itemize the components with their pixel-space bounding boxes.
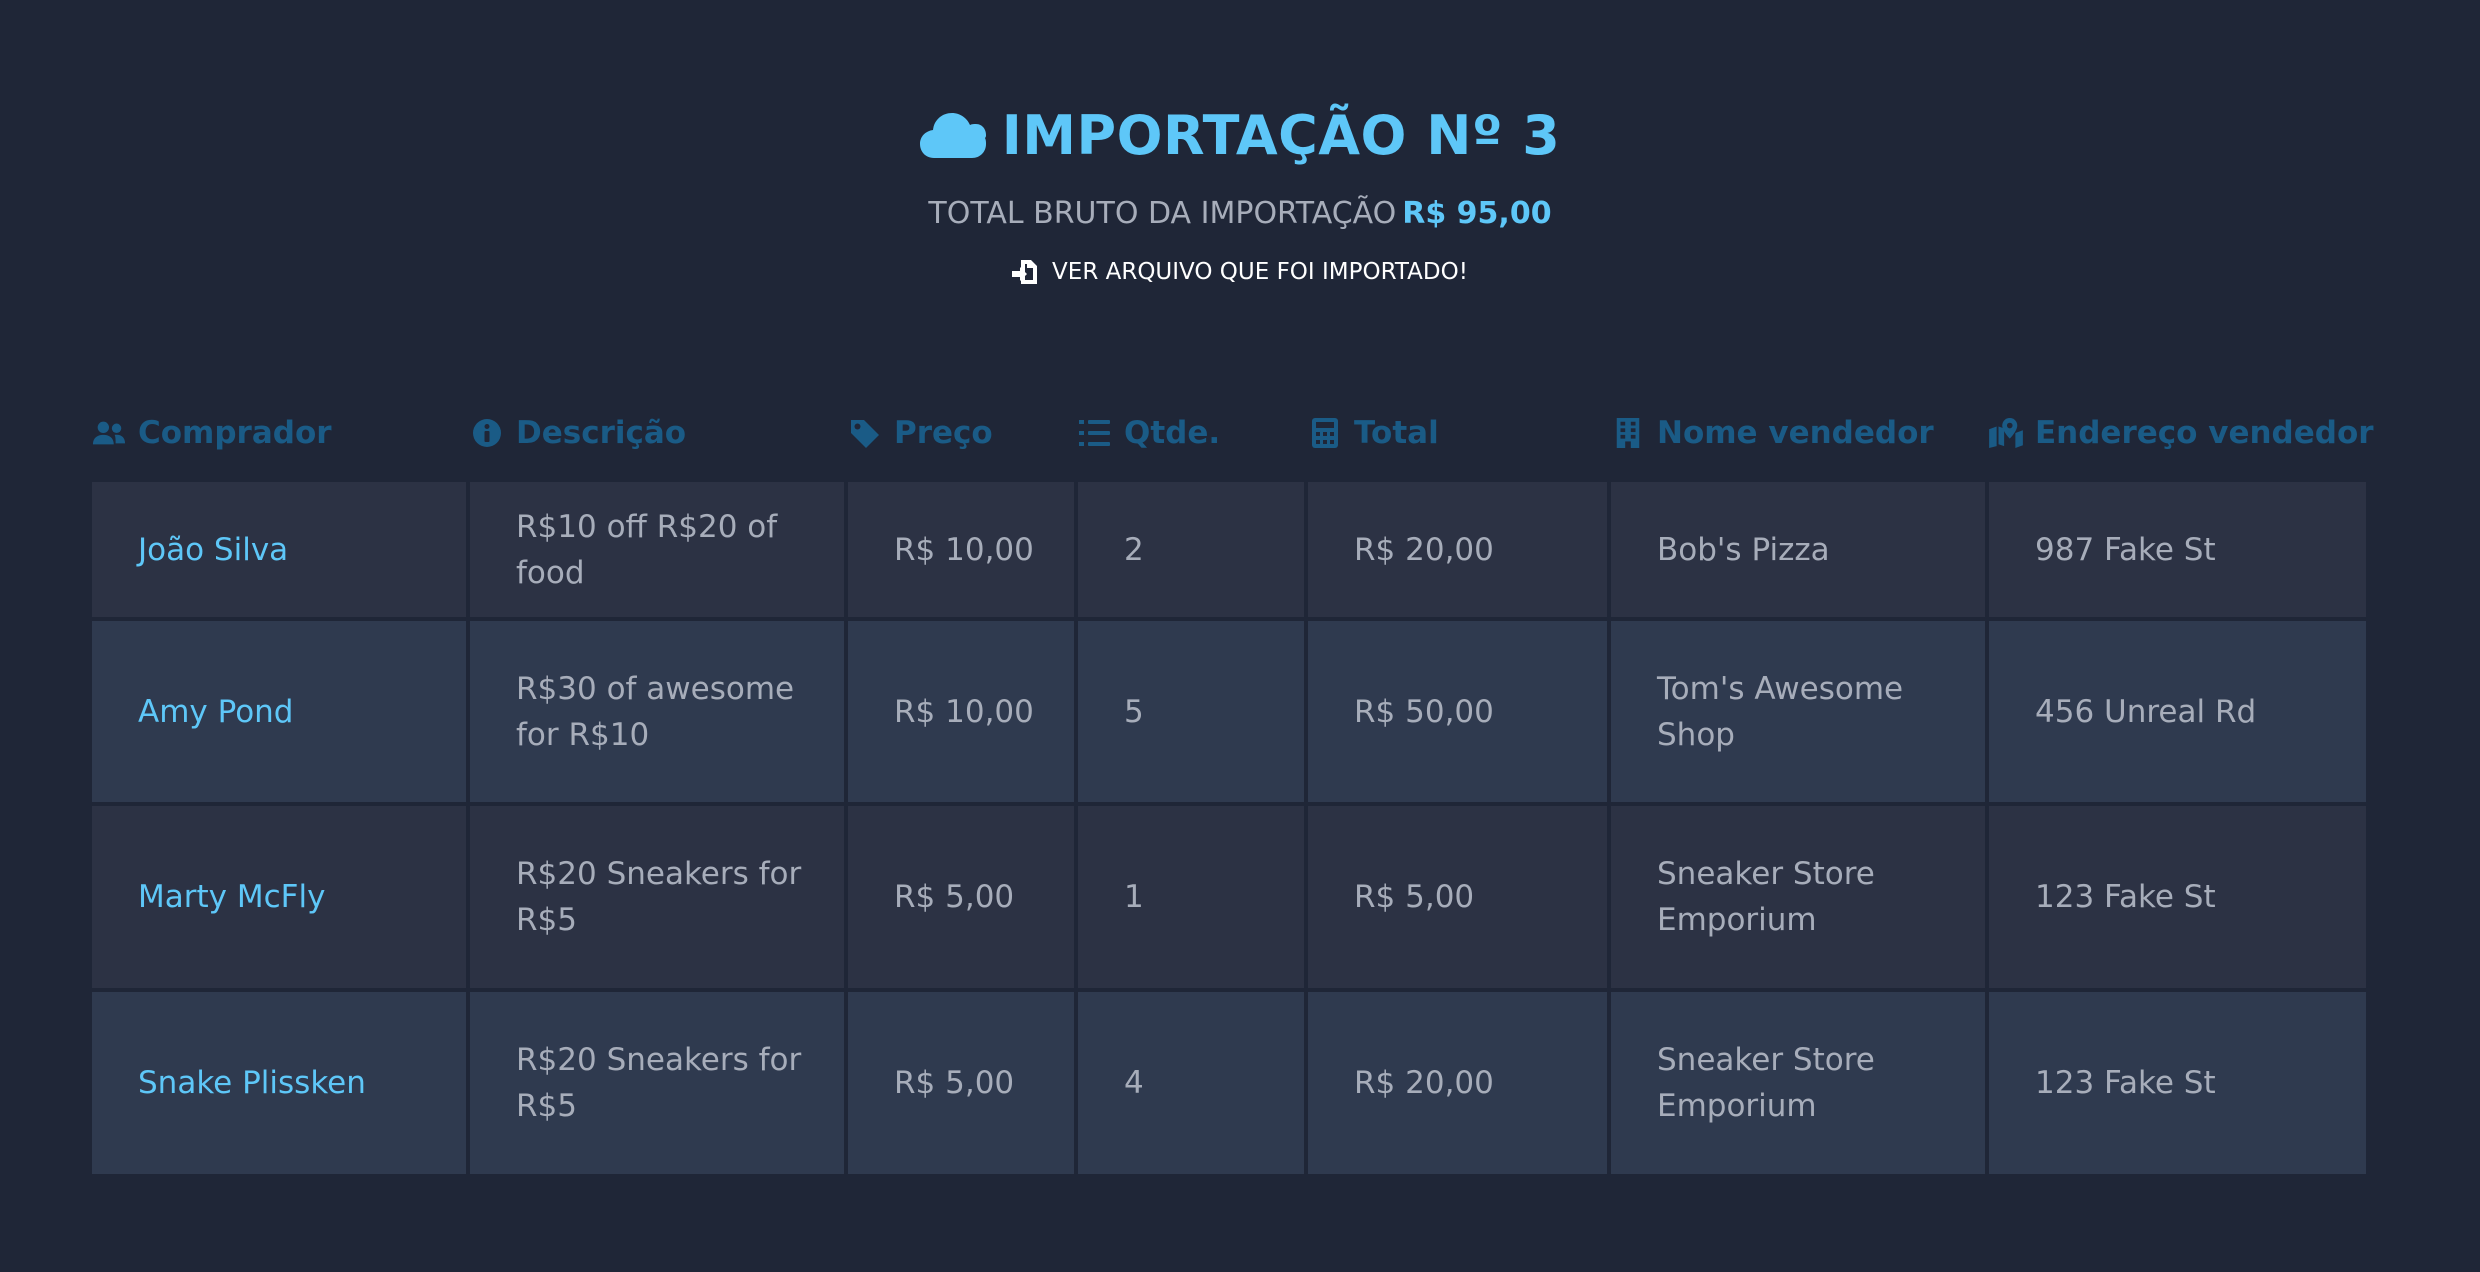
cell-comprador[interactable]: Marty McFly xyxy=(92,806,470,992)
column-header-nome-vendedor: Nome vendedor xyxy=(1611,415,1989,451)
list-ol-icon xyxy=(1079,420,1110,446)
building-icon xyxy=(1616,418,1640,448)
file-import-icon xyxy=(1012,260,1038,284)
cell-nome-vendedor: Tom's Awesome Shop xyxy=(1611,621,1989,806)
cell-endereco-vendedor: 456 Unreal Rd xyxy=(1989,621,2366,806)
column-header-total: Total xyxy=(1308,415,1611,451)
view-imported-file-link[interactable]: VER ARQUIVO QUE FOI IMPORTADO! xyxy=(0,258,2480,286)
cell-qtde: 2 xyxy=(1078,482,1308,621)
view-imported-file-label[interactable]: VER ARQUIVO QUE FOI IMPORTADO! xyxy=(1052,259,1468,285)
cell-descricao: R$10 off R$20 of food xyxy=(470,482,848,621)
tag-icon xyxy=(851,420,879,448)
table-row: João Silva R$10 off R$20 of food R$ 10,0… xyxy=(92,482,2366,621)
column-label: Preço xyxy=(894,415,993,451)
cell-total: R$ 50,00 xyxy=(1308,621,1611,806)
page-title: IMPORTAÇÃO Nº 3 xyxy=(0,95,2480,175)
page: IMPORTAÇÃO Nº 3 TOTAL BRUTO DA IMPORTAÇÃ… xyxy=(0,0,2480,1272)
cell-preco: R$ 10,00 xyxy=(848,482,1078,621)
cell-endereco-vendedor: 987 Fake St xyxy=(1989,482,2366,621)
table-row: Snake Plissken R$20 Sneakers for R$5 R$ … xyxy=(92,992,2366,1178)
cell-qtde: 4 xyxy=(1078,992,1308,1178)
cell-qtde: 1 xyxy=(1078,806,1308,992)
cloud-icon xyxy=(919,113,986,158)
column-label: Qtde. xyxy=(1124,415,1221,451)
table-row: Amy Pond R$30 of awesome for R$10 R$ 10,… xyxy=(92,621,2366,806)
page-title-text: IMPORTAÇÃO Nº 3 xyxy=(1001,103,1561,167)
table-header: Comprador Descrição Preço Qtde. Total No… xyxy=(92,400,2374,466)
map-marked-icon xyxy=(1989,418,2023,448)
cell-descricao: R$20 Sneakers for R$5 xyxy=(470,806,848,992)
cell-descricao: R$20 Sneakers for R$5 xyxy=(470,992,848,1178)
cell-preco: R$ 5,00 xyxy=(848,806,1078,992)
import-total-label: TOTAL BRUTO DA IMPORTAÇÃO xyxy=(928,196,1397,231)
column-label: Comprador xyxy=(138,415,332,451)
cell-preco: R$ 5,00 xyxy=(848,992,1078,1178)
cell-comprador[interactable]: João Silva xyxy=(92,482,470,621)
cell-total: R$ 5,00 xyxy=(1308,806,1611,992)
cell-total: R$ 20,00 xyxy=(1308,482,1611,621)
column-header-preco: Preço xyxy=(848,415,1078,451)
table-row: Marty McFly R$20 Sneakers for R$5 R$ 5,0… xyxy=(92,806,2366,992)
cell-total: R$ 20,00 xyxy=(1308,992,1611,1178)
column-label: Endereço vendedor xyxy=(2035,415,2374,451)
cell-qtde: 5 xyxy=(1078,621,1308,806)
table-body: João Silva R$10 off R$20 of food R$ 10,0… xyxy=(92,482,2366,1178)
cell-preco: R$ 10,00 xyxy=(848,621,1078,806)
cell-comprador[interactable]: Amy Pond xyxy=(92,621,470,806)
column-label: Nome vendedor xyxy=(1657,415,1934,451)
column-header-comprador: Comprador xyxy=(92,415,470,451)
cell-comprador[interactable]: Snake Plissken xyxy=(92,992,470,1178)
cell-nome-vendedor: Sneaker Store Emporium xyxy=(1611,806,1989,992)
column-header-descricao: Descrição xyxy=(470,415,848,451)
import-total-amount: R$ 95,00 xyxy=(1402,196,1552,231)
import-total: TOTAL BRUTO DA IMPORTAÇÃO R$ 95,00 xyxy=(0,196,2480,231)
column-header-endereco-vendedor: Endereço vendedor xyxy=(1989,415,2374,451)
imports-table: Comprador Descrição Preço Qtde. Total No… xyxy=(92,400,2374,1178)
cell-endereco-vendedor: 123 Fake St xyxy=(1989,992,2366,1178)
cell-nome-vendedor: Sneaker Store Emporium xyxy=(1611,992,1989,1178)
cell-endereco-vendedor: 123 Fake St xyxy=(1989,806,2366,992)
column-header-qtde: Qtde. xyxy=(1078,415,1308,451)
info-circle-icon xyxy=(473,419,501,447)
calculator-icon xyxy=(1312,418,1338,448)
cell-nome-vendedor: Bob's Pizza xyxy=(1611,482,1989,621)
users-icon xyxy=(92,421,126,445)
cell-descricao: R$30 of awesome for R$10 xyxy=(470,621,848,806)
column-label: Descrição xyxy=(516,415,687,451)
column-label: Total xyxy=(1354,415,1439,451)
